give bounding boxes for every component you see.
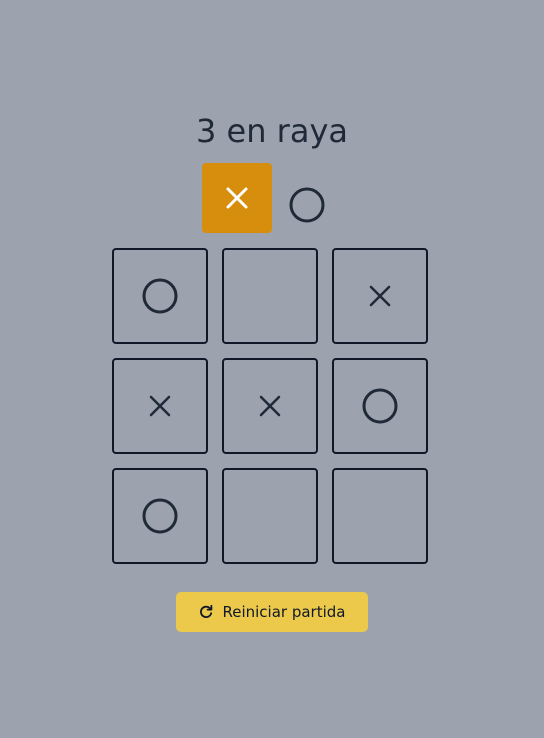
board-cell-0-1[interactable] — [222, 248, 318, 344]
board-cell-2-2[interactable] — [332, 468, 428, 564]
board-cell-0-0[interactable] — [112, 248, 208, 344]
x-mark-icon — [369, 285, 391, 307]
board-cell-1-0[interactable] — [112, 358, 208, 454]
reset-game-button[interactable]: Reiniciar partida — [176, 592, 368, 632]
x-mark-icon — [226, 187, 248, 209]
o-mark-icon — [142, 278, 178, 314]
turn-indicator-o — [272, 170, 342, 240]
o-mark-icon — [362, 388, 398, 424]
game-title: 3 en raya — [196, 112, 348, 150]
turn-indicator-x — [202, 163, 272, 233]
o-mark-icon — [289, 187, 325, 223]
o-mark-icon — [142, 498, 178, 534]
board-cell-2-1[interactable] — [222, 468, 318, 564]
board-cell-2-0[interactable] — [112, 468, 208, 564]
x-mark-icon — [149, 395, 171, 417]
board-cell-0-2[interactable] — [332, 248, 428, 344]
board-cell-1-2[interactable] — [332, 358, 428, 454]
reset-button-label: Reiniciar partida — [222, 603, 346, 621]
x-mark-icon — [259, 395, 281, 417]
refresh-icon — [200, 604, 213, 618]
board-cell-1-1[interactable] — [222, 358, 318, 454]
